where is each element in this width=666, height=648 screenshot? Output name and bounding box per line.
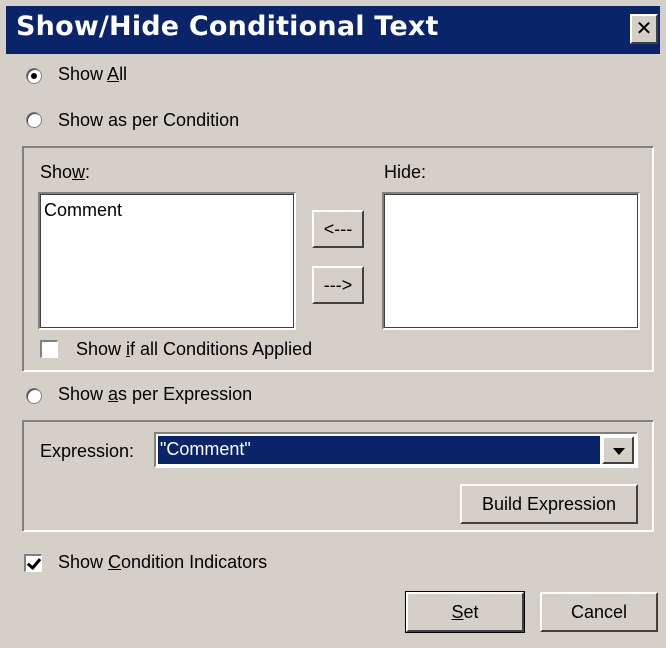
condition-indicators-checkbox[interactable] — [24, 554, 42, 572]
show-all-label[interactable]: Show All — [58, 64, 127, 85]
show-per-condition-label[interactable]: Show as per Condition — [58, 110, 239, 131]
set-button[interactable]: Set — [405, 591, 525, 633]
move-to-hide-button[interactable]: ---> — [312, 266, 364, 304]
cancel-button[interactable]: Cancel — [540, 592, 658, 632]
condition-indicators-label[interactable]: Show Condition Indicators — [58, 552, 267, 573]
all-conditions-checkbox[interactable] — [40, 340, 58, 358]
hide-list-label: Hide: — [384, 162, 427, 182]
move-to-show-button[interactable]: <--- — [312, 210, 364, 248]
expression-label: Expression: — [40, 441, 135, 461]
close-icon: ✕ — [635, 16, 653, 40]
build-expression-label: Build Expression — [481, 493, 617, 514]
expression-combo[interactable]: "Comment" — [154, 432, 638, 468]
show-per-condition-radio[interactable] — [26, 112, 42, 128]
show-listbox[interactable]: Comment — [38, 192, 296, 330]
show-per-expression-radio[interactable] — [26, 388, 42, 404]
show-all-radio[interactable] — [26, 68, 42, 84]
cancel-button-label: Cancel — [570, 601, 628, 622]
dialog-title: Show/Hide Conditional Text — [16, 11, 439, 42]
title-bar: Show/Hide Conditional Text ✕ — [6, 6, 660, 54]
chevron-down-icon[interactable] — [602, 436, 634, 464]
close-button[interactable]: ✕ — [630, 14, 658, 44]
all-conditions-label[interactable]: Show if all Conditions Applied — [76, 339, 312, 360]
hide-listbox[interactable] — [382, 192, 640, 330]
move-to-show-label: <--- — [323, 218, 353, 239]
move-to-hide-label: ---> — [323, 274, 353, 295]
dialog-window: Show/Hide Conditional Text ✕ Show All Sh… — [0, 0, 666, 648]
show-per-expression-label[interactable]: Show as per Expression — [58, 384, 252, 405]
build-expression-button[interactable]: Build Expression — [460, 484, 638, 524]
list-item[interactable]: Comment — [44, 200, 122, 221]
set-button-label: Set — [451, 601, 479, 622]
expression-value[interactable]: "Comment" — [158, 436, 600, 464]
show-list-label: Show: — [40, 162, 91, 182]
